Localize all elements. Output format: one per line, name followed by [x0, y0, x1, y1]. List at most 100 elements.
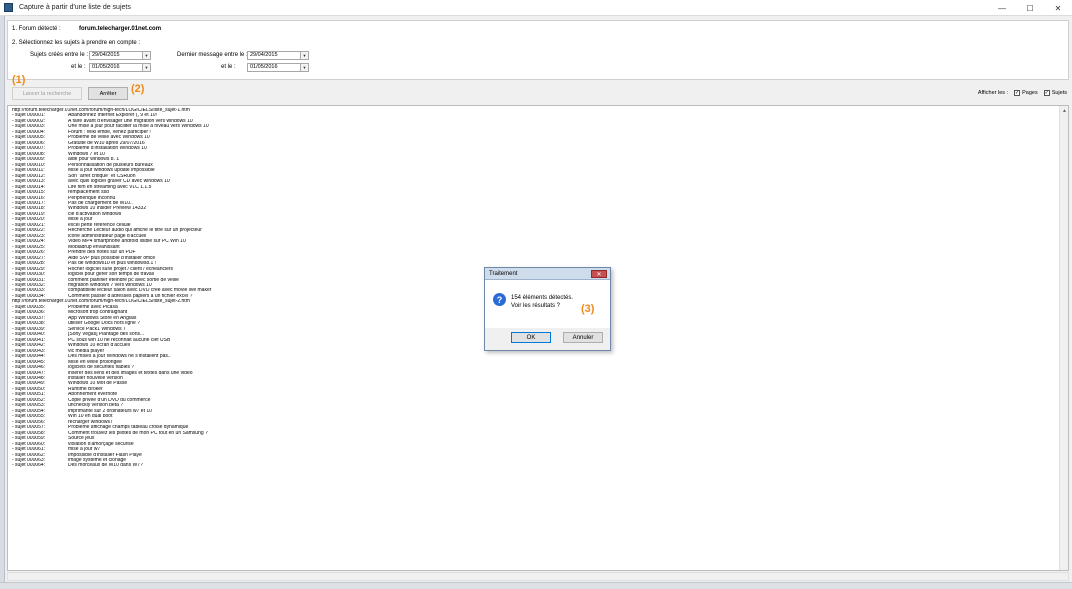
show-label: Afficher les : [977, 90, 1009, 96]
subject-title: Runtime Broker [68, 386, 103, 392]
subject-title: aide pour windows 8. 1 [68, 157, 120, 163]
subject-title: Pas de windows10 et plus windows8.1 ! [68, 261, 157, 267]
created-between-label: Sujets créés entre le : [30, 52, 89, 58]
subject-title: Windows 10 Insider Preview 14332 [68, 206, 147, 212]
subject-title: Windows 7 et 10 [68, 151, 105, 157]
subject-title: logiciel pour gérer son temps de travail [68, 272, 154, 278]
created-from-value: 29/04/2015 [92, 52, 120, 58]
subject-title: Microsoft trop contraignant [68, 310, 128, 316]
calendar-dropdown-icon[interactable]: ▼ [300, 52, 308, 59]
scroll-up-icon[interactable]: ▲ [1060, 106, 1068, 115]
subject-title: Pas de chargement de W10.. [68, 200, 133, 206]
last-msg-to-field[interactable]: 01/05/2016 ▼ [247, 63, 309, 72]
subject-title: Mise en veille prolongée [68, 359, 122, 365]
subject-title: Abonnement evernote [68, 392, 118, 398]
maximize-button[interactable]: ☐ [1016, 0, 1044, 16]
question-icon: ? [493, 293, 506, 306]
dialog-close-button[interactable]: ✕ [591, 270, 607, 278]
calendar-dropdown-icon[interactable]: ▼ [300, 64, 308, 71]
subject-title: Lire film en streaming avec VLC 1.1.5 [68, 184, 152, 190]
dialog-title: Traitement [489, 270, 518, 277]
last-msg-between-label: Dernier message entre le : [177, 52, 248, 58]
left-edge-strip [0, 16, 5, 589]
created-to-field[interactable]: 01/05/2016 ▼ [89, 63, 151, 72]
subject-title: A faire avant d'envisager une migration … [68, 118, 193, 124]
annotation-3: (3) [581, 303, 595, 315]
subject-title: Personnalisation de plusieurs bureaux [68, 162, 153, 168]
subject-title: Copie privée d'un DVD du commerce [68, 397, 151, 403]
subject-title: clé d'activation windows [68, 211, 122, 217]
calendar-dropdown-icon[interactable]: ▼ [142, 64, 150, 71]
subject-title: Video MP4 smartphone android lisible sur… [68, 239, 186, 245]
subject-title: Comment passer d'adresses papiers à un f… [68, 293, 193, 299]
subject-title: Problème de veille avec Windows 10 [68, 135, 150, 141]
calendar-dropdown-icon[interactable]: ▼ [142, 52, 150, 59]
step2-label: 2. Sélectionnez les sujets à prendre en … [12, 40, 141, 46]
subject-title: Windows 10 Mot de Passe [68, 381, 128, 387]
close-button[interactable]: ✕ [1044, 0, 1072, 16]
cancel-button[interactable]: Annuler [563, 332, 603, 343]
subject-number: - sujet 000064: [12, 463, 46, 469]
subject-title: Prendre des notes sur un PDF [68, 250, 136, 256]
annotation-1: (1) [12, 74, 26, 86]
stop-button[interactable]: Arrêter [88, 87, 128, 100]
subject-title: Service Pack1 Windows 7 [68, 326, 126, 332]
annotation-2: (2) [131, 83, 145, 95]
last-msg-from-value: 29/04/2015 [250, 52, 278, 58]
subject-title: Gratuité de W10 après 29/07/2016 [68, 140, 145, 146]
subject-title: Problème avec Picasa [68, 304, 118, 310]
subject-title: excel perte référence cellule [68, 222, 131, 228]
subject-title: comment planifier éteindre pc avec sorti… [68, 277, 179, 283]
settings-panel: 1. Forum détecté : forum.telecharger.01n… [7, 20, 1069, 80]
window-title: Capture à partir d'une liste de sujets [19, 4, 131, 11]
subjects-label: Sujets [1051, 90, 1067, 96]
subject-title: remplacement ssd [68, 190, 109, 196]
subject-title: Une mise à jour pour faciliter la mise à… [68, 124, 209, 130]
subject-title: Abandonnez Internet Explorer (, 9 et 10! [68, 113, 157, 119]
subject-line: - sujet 000064: Des morceaux de W10 dans … [12, 463, 1058, 468]
subject-title: avec quel logiciel graver CD avec window… [68, 179, 170, 185]
pages-checkbox[interactable]: ✓ [1014, 90, 1021, 96]
title-bar: Capture à partir d'une liste de sujets —… [0, 0, 1072, 16]
subject-title: migration windows 7 vers windows 10 [68, 283, 152, 288]
subject-title: Mobiadrup envahissant [68, 244, 120, 250]
subject-title: Source jeux [68, 436, 95, 442]
last-msg-from-field[interactable]: 29/04/2015 ▼ [247, 51, 309, 60]
horizontal-scrollbar[interactable] [7, 572, 1069, 581]
subject-title: Win 10 en dual boot [68, 414, 113, 420]
subject-title: Problème affichage champs tableau croisé… [68, 425, 189, 431]
subject-title: Windows 10 écran d'accueil [68, 343, 130, 349]
dialog-message-line2: Voir les résultats ? [511, 303, 561, 309]
subject-title: Forum : Wiki embe, venez participer ! [68, 129, 151, 135]
created-to-value: 01/05/2016 [92, 64, 120, 70]
launch-search-button[interactable]: Lancer la recherche [12, 87, 82, 100]
subject-title: icone administrateur page d'accueil [68, 233, 147, 239]
subject-title: logiciels de sécurités fiables ? [68, 365, 135, 371]
subject-title: Rocher logiciel suivi projet / client / … [68, 266, 174, 272]
subject-title: App Windows Store en Anglais [68, 315, 137, 321]
subject-title: Aide SVP plus possible d'installer offic… [68, 255, 156, 261]
search-toolbar: (1) Lancer la recherche Arrêter (2) Affi… [7, 74, 1069, 104]
last-msg-and-label: et le : [221, 64, 236, 70]
subject-title: uncheckly version beta ? [68, 403, 124, 409]
minimize-button[interactable]: — [988, 0, 1016, 16]
subject-title: Impossible d'installer Flash Playe [68, 452, 142, 458]
created-and-label: et le : [71, 64, 86, 70]
subject-title: Son "arrêt critique" et CSRuon [68, 173, 136, 179]
subject-title: mise à jour w7 [68, 447, 101, 453]
subject-title: Problème d'installation Windows 10 [68, 146, 147, 152]
step1-label: 1. Forum détecté : [12, 26, 61, 32]
vertical-scrollbar[interactable]: ▲ [1059, 106, 1068, 570]
subject-title: vlc media player [68, 348, 105, 354]
created-from-field[interactable]: 29/04/2015 ▼ [89, 51, 151, 60]
subject-title: compatibilité lecteur salon avec DVD cré… [68, 288, 212, 294]
subject-title: PC sous win 10 ne reconnait aucune clef … [68, 337, 171, 343]
ok-button[interactable]: OK [511, 332, 551, 343]
window-controls: — ☐ ✕ [988, 0, 1072, 16]
subjects-checkbox[interactable]: ✓ [1043, 90, 1050, 96]
subject-title: imprimante sur 2 ordinateurs w7 et 10 [68, 408, 152, 414]
subject-title: utiliser Google Docs hors ligne ? [68, 321, 140, 327]
subject-title: image système et clonage [68, 458, 127, 463]
subject-title: Des mises à jour Windows ne s'installent… [68, 354, 171, 360]
subject-title: recharger windows7 [68, 419, 113, 425]
